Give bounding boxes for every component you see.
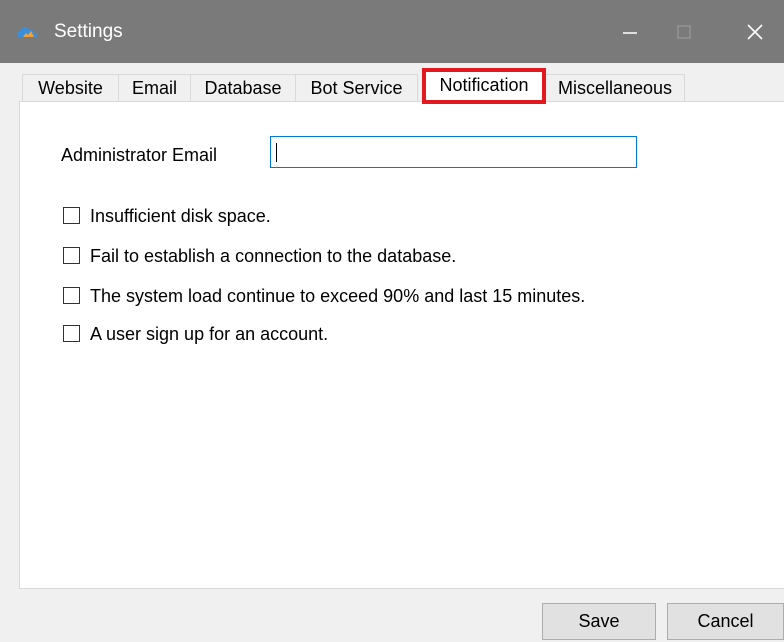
title-bar[interactable]: Settings: [0, 0, 784, 63]
maximize-icon: [677, 25, 691, 39]
tab-miscellaneous[interactable]: Miscellaneous: [545, 74, 685, 102]
cloud-app-icon: [15, 20, 39, 44]
checkbox[interactable]: [63, 247, 80, 264]
checkbox[interactable]: [63, 287, 80, 304]
tab-database[interactable]: Database: [190, 74, 296, 102]
text-caret: [276, 143, 277, 162]
close-button[interactable]: [724, 0, 784, 63]
tab-email[interactable]: Email: [118, 74, 191, 102]
cancel-button[interactable]: Cancel: [667, 603, 784, 640]
tab-notification[interactable]: Notification: [422, 68, 546, 104]
save-button[interactable]: Save: [542, 603, 656, 640]
window-title: Settings: [54, 21, 123, 42]
minimize-button[interactable]: [600, 0, 660, 63]
notification-panel: Administrator Email Insufficient disk sp…: [19, 101, 784, 589]
admin-email-label: Administrator Email: [61, 145, 218, 165]
option-label: Fail to establish a connection to the da…: [90, 246, 457, 266]
option-label: A user sign up for an account.: [90, 324, 329, 344]
settings-window: Settings Website Email Database Bot Serv…: [0, 0, 784, 642]
checkbox[interactable]: [63, 325, 80, 342]
checkbox[interactable]: [63, 207, 80, 224]
tab-website[interactable]: Website: [22, 74, 119, 102]
option-label: The system load continue to exceed 90% a…: [90, 286, 586, 306]
admin-email-input[interactable]: [270, 136, 637, 168]
tab-bot-service[interactable]: Bot Service: [295, 74, 418, 102]
maximize-button[interactable]: [655, 0, 715, 63]
minimize-icon: [623, 32, 637, 34]
option-label: Insufficient disk space.: [90, 206, 271, 226]
close-icon: [747, 24, 763, 40]
